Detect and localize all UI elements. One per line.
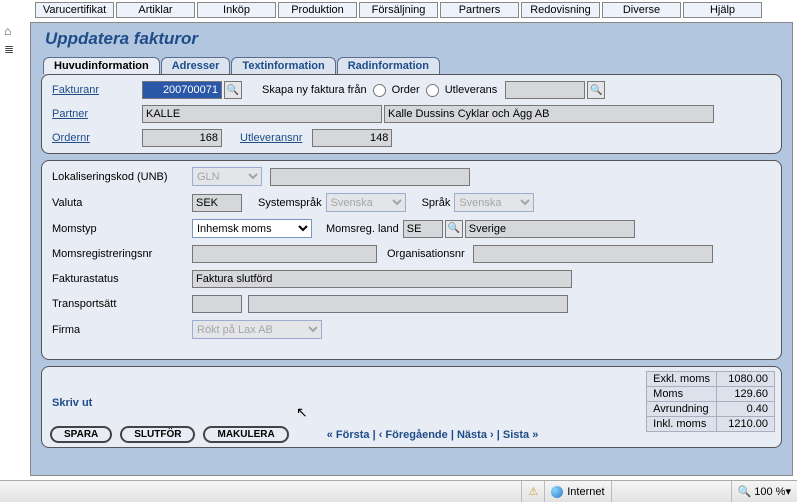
lookup-skapa-icon[interactable]: 🔍	[587, 81, 605, 99]
transport-name-input[interactable]	[248, 295, 568, 313]
ordernr-input[interactable]	[142, 129, 222, 147]
totals-row: Avrundning0.40	[647, 402, 775, 417]
menu-diverse[interactable]: Diverse	[602, 2, 681, 18]
skapa-label: Skapa ny faktura från	[262, 84, 367, 96]
menu-icon[interactable]: ≣	[4, 42, 26, 56]
status-zoom[interactable]: 🔍 100 % ▾	[731, 481, 797, 502]
fakturastatus-input[interactable]	[192, 270, 572, 288]
print-link[interactable]: Skriv ut	[52, 397, 92, 409]
valuta-label: Valuta	[52, 197, 192, 209]
valuta-input[interactable]	[192, 194, 242, 212]
globe-icon	[551, 486, 563, 498]
home-icon[interactable]: ⌂	[4, 24, 26, 38]
unb-input[interactable]	[270, 168, 470, 186]
page-title: Uppdatera fakturor	[31, 23, 792, 57]
transport-label: Transportsätt	[52, 298, 192, 310]
nav-last[interactable]: Sista »	[503, 429, 538, 441]
momstyp-label: Momstyp	[52, 223, 192, 235]
lookup-momsreg-icon[interactable]: 🔍	[445, 220, 463, 238]
momsregnr-input[interactable]	[192, 245, 377, 263]
left-icon-bar: ⌂ ≣	[4, 24, 26, 60]
momsreg-label: Momsreg. land	[326, 223, 399, 235]
spara-button[interactable]: SPARA	[50, 426, 112, 443]
systemsprak-select: Svenska	[326, 193, 406, 212]
skapa-input[interactable]	[505, 81, 585, 99]
lookup-fakturanr-icon[interactable]: 🔍	[224, 81, 242, 99]
top-menu: VarucertifikatArtiklarInköpProduktionFör…	[0, 0, 797, 20]
nav-next[interactable]: Nästa ›	[457, 429, 494, 441]
partner-label[interactable]: Partner	[52, 108, 142, 120]
momsreg-name-input[interactable]	[465, 220, 635, 238]
totals-row: Inkl. moms1210.00	[647, 417, 775, 432]
menu-varucertifikat[interactable]: Varucertifikat	[35, 2, 114, 18]
menu-inköp[interactable]: Inköp	[197, 2, 276, 18]
cursor-icon: ↖	[296, 404, 308, 421]
menu-försäljning[interactable]: Försäljning	[359, 2, 438, 18]
main-panel: Uppdatera fakturor HuvudinformationAdres…	[30, 22, 793, 476]
momstyp-select[interactable]: Inhemsk moms	[192, 219, 312, 238]
utleveransnr-label[interactable]: Utleveransnr	[240, 132, 302, 144]
sprak-select: Svenska	[454, 193, 534, 212]
radio-utleverans[interactable]	[426, 84, 439, 97]
tab-adresser[interactable]: Adresser	[161, 57, 231, 74]
makulera-button[interactable]: MAKULERA	[203, 426, 288, 443]
nav-prev[interactable]: ‹ Föregående	[379, 429, 448, 441]
momsregnr-label: Momsregistreringsnr	[52, 248, 192, 260]
footer-section: Skriv ut Exkl. moms1080.00Moms129.60Avru…	[41, 366, 782, 448]
status-bar: ⚠ Internet 🔍 100 % ▾	[0, 480, 797, 502]
tab-radinformation[interactable]: Radinformation	[337, 57, 440, 74]
tab-textinformation[interactable]: Textinformation	[231, 57, 335, 74]
detail-form: Lokaliseringskod (UNB) GLN Valuta System…	[41, 160, 782, 360]
sprak-label: Språk	[422, 197, 451, 209]
partner-name-input[interactable]	[384, 105, 714, 123]
order-label: Order	[392, 84, 420, 96]
ordernr-label[interactable]: Ordernr	[52, 132, 142, 144]
unb-select: GLN	[192, 167, 262, 186]
unb-label: Lokaliseringskod (UNB)	[52, 171, 192, 183]
menu-redovisning[interactable]: Redovisning	[521, 2, 600, 18]
status-shield[interactable]: ⚠	[521, 481, 544, 502]
momsreg-code-input[interactable]	[403, 220, 443, 238]
firma-select: Rökt på Lax AB	[192, 320, 322, 339]
totals-table: Exkl. moms1080.00Moms129.60Avrundning0.4…	[646, 371, 775, 432]
tab-huvudinformation[interactable]: Huvudinformation	[43, 57, 160, 74]
firma-label: Firma	[52, 324, 192, 336]
transport-code-input[interactable]	[192, 295, 242, 313]
status-internet: Internet	[544, 481, 610, 502]
fakturastatus-label: Fakturastatus	[52, 273, 192, 285]
radio-order[interactable]	[373, 84, 386, 97]
record-nav: « Första | ‹ Föregående | Nästa › | Sist…	[327, 429, 539, 441]
totals-row: Moms129.60	[647, 387, 775, 402]
orgnr-input[interactable]	[473, 245, 713, 263]
tab-bar: HuvudinformationAdresserTextinformationR…	[31, 57, 792, 74]
fakturanr-input[interactable]	[142, 81, 222, 99]
slutfor-button[interactable]: SLUTFÖR	[120, 426, 195, 443]
menu-hjälp[interactable]: Hjälp	[683, 2, 762, 18]
fakturanr-label[interactable]: Fakturanr	[52, 84, 142, 96]
menu-produktion[interactable]: Produktion	[278, 2, 357, 18]
header-form: Fakturanr 🔍 Skapa ny faktura från Order …	[41, 74, 782, 154]
totals-row: Exkl. moms1080.00	[647, 372, 775, 387]
nav-first[interactable]: « Första	[327, 429, 370, 441]
partner-code-input[interactable]	[142, 105, 382, 123]
utleveransnr-input[interactable]	[312, 129, 392, 147]
utleverans-label: Utleverans	[445, 84, 498, 96]
orgnr-label: Organisationsnr	[387, 248, 465, 260]
systemsprak-label: Systemspråk	[258, 197, 322, 209]
menu-partners[interactable]: Partners	[440, 2, 519, 18]
menu-artiklar[interactable]: Artiklar	[116, 2, 195, 18]
